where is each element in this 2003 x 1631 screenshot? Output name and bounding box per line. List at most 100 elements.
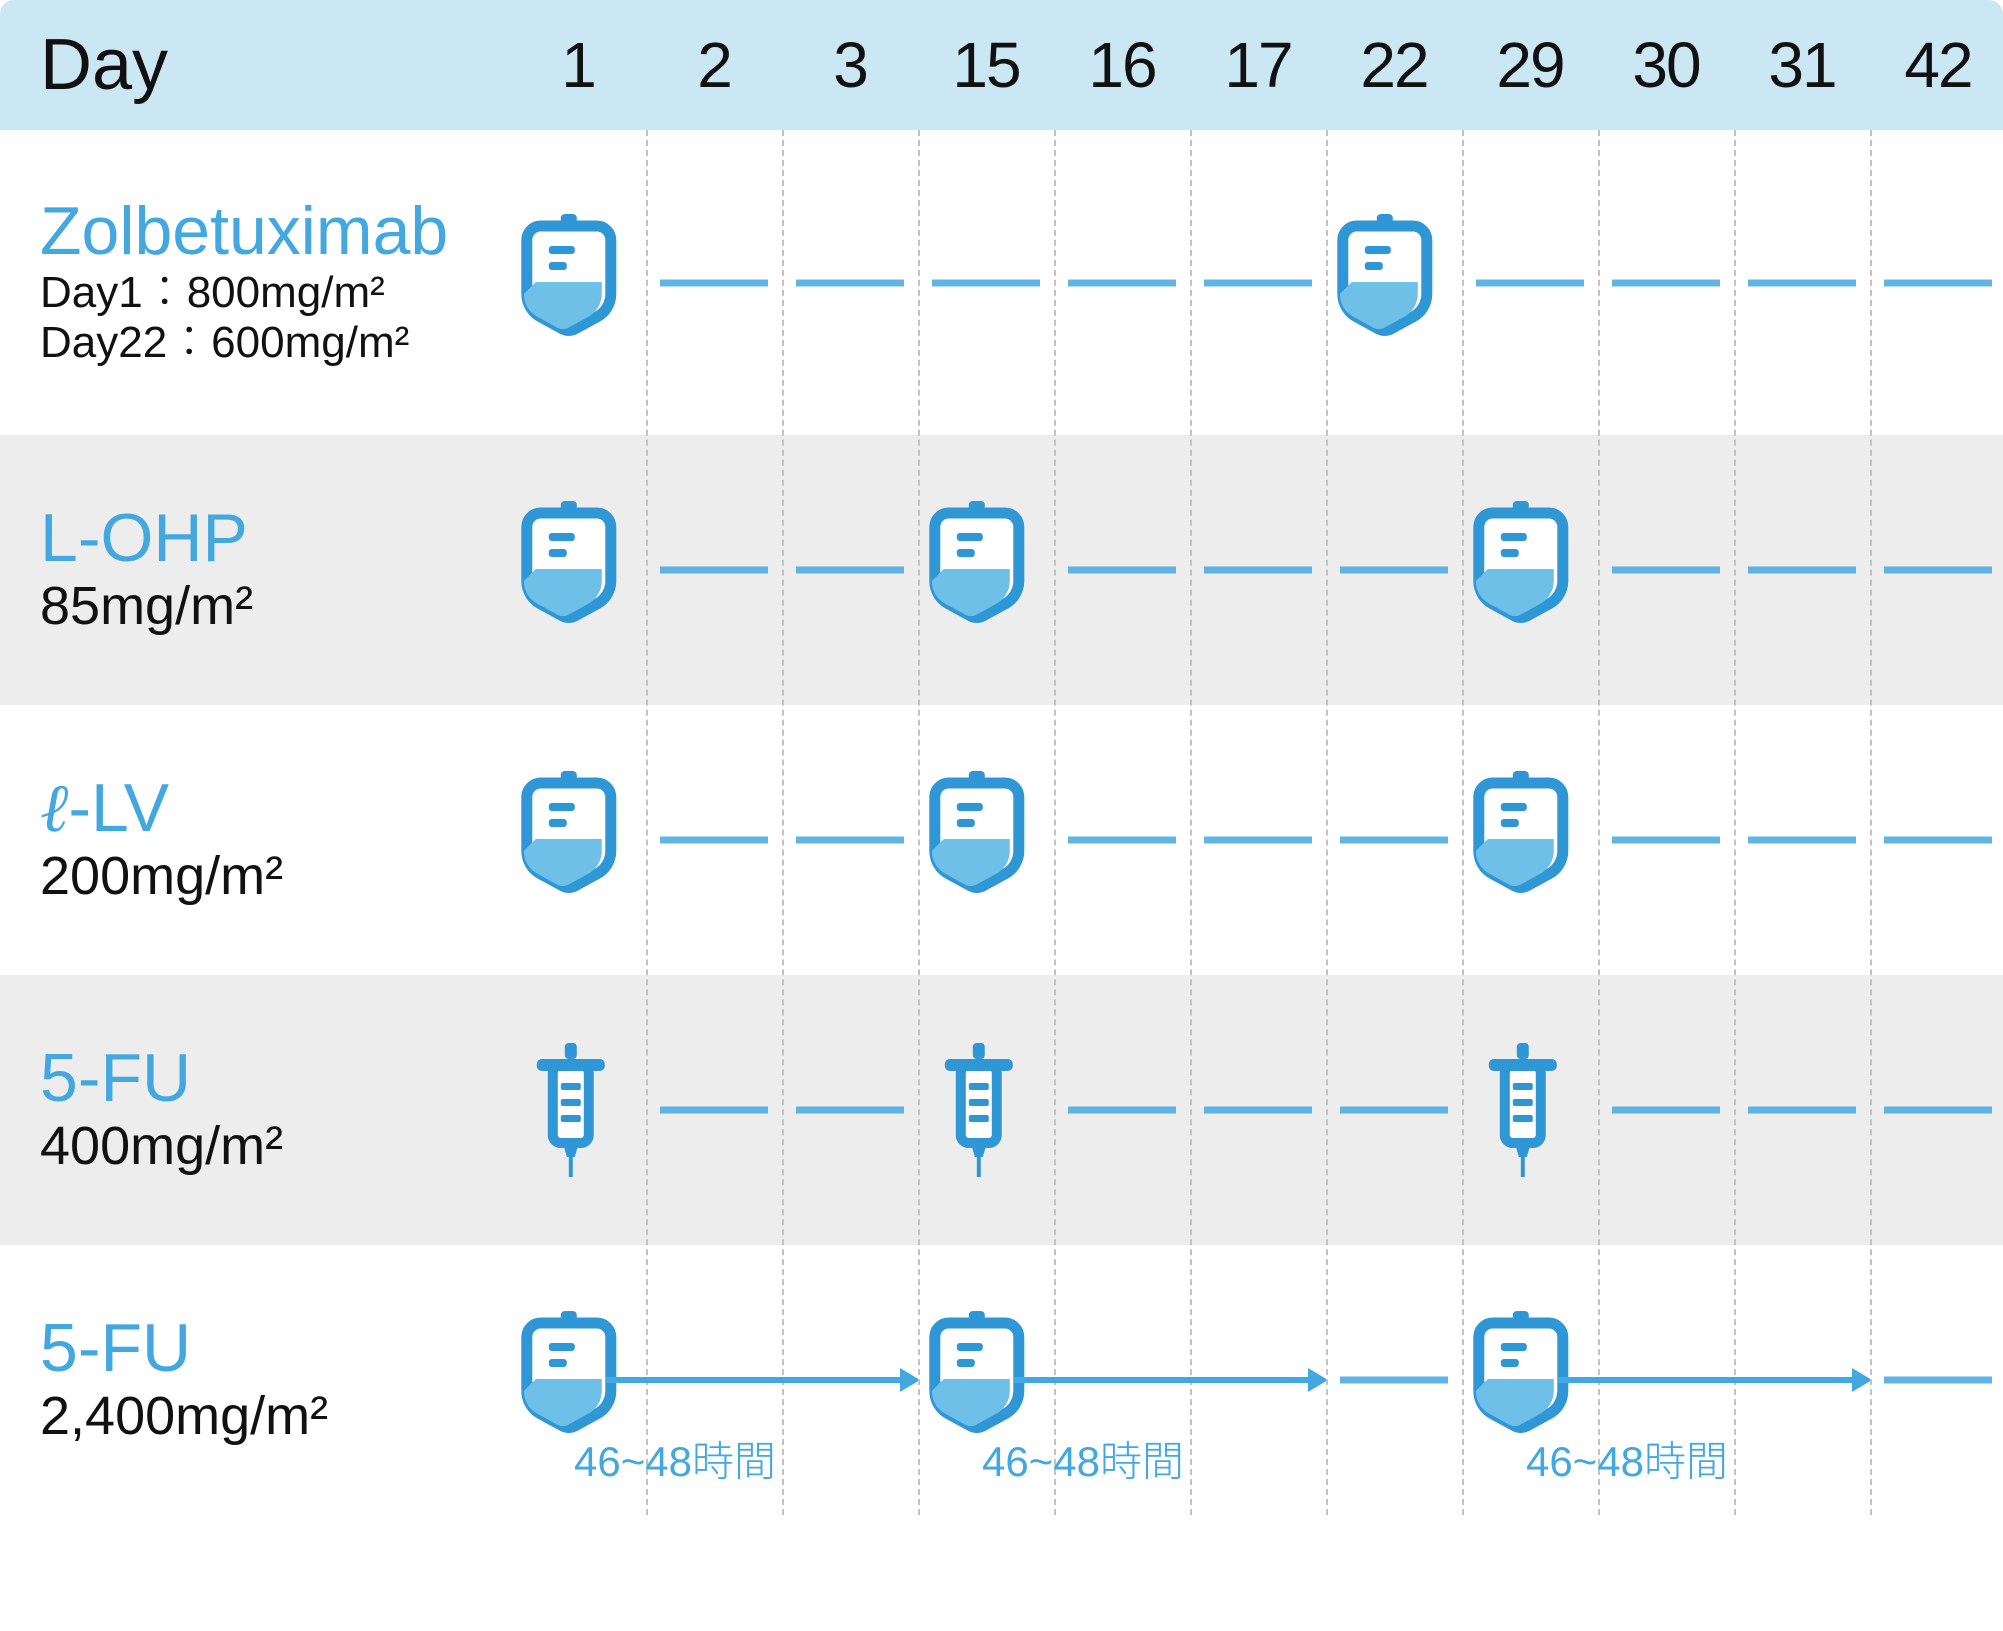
rest-dash [660,837,769,844]
schedule-cell [1598,435,1734,705]
schedule-cell [1870,435,2003,705]
schedule-cell [1054,1245,1190,1515]
schedule-cell [1054,130,1190,435]
rest-dash [1612,279,1721,286]
drug-name: 5-FU [40,1313,510,1384]
rest-dash [660,567,769,574]
header-day-cell: 15 [918,28,1054,102]
schedule-cell [646,705,782,975]
schedule-cell [1598,130,1734,435]
schedule-cell: 46~48時間 [1462,1245,1598,1515]
header-row: Day 1231516172229303142 [0,0,2003,130]
rest-dash [1748,279,1857,286]
schedule-cell [1326,1245,1462,1515]
schedule-cell [1054,435,1190,705]
drug-row-lohp: L-OHP85mg/m² [0,435,2003,705]
rest-dash [1748,1107,1857,1114]
rest-dash [796,567,905,574]
continuous-infusion-arrow [510,1360,646,1400]
schedule-cell [782,975,918,1245]
infusion-bag-icon [511,208,631,358]
schedule-cell [918,435,1054,705]
infusion-bag-icon [1327,208,1447,358]
rest-dash [1340,837,1449,844]
syringe-icon [919,1035,1039,1185]
schedule-cell [1734,1245,1870,1515]
drug-label: 5-FU2,400mg/m² [0,1313,510,1446]
schedule-cell [1190,1245,1326,1515]
rest-dash [1884,1107,1993,1114]
schedule-cell [1598,975,1734,1245]
schedule-cell [1870,130,2003,435]
schedule-body: ZolbetuximabDay1：800mg/m²Day22：600mg/m² L… [0,130,2003,1515]
schedule-cell [646,435,782,705]
rest-dash [1884,279,1993,286]
schedule-cell [1462,975,1598,1245]
drug-label: ℓ-LV200mg/m² [0,773,510,906]
rest-dash [1884,837,1993,844]
schedule-cell [918,705,1054,975]
header-day-cell: 30 [1598,28,1734,102]
header-day-cell: 2 [646,28,782,102]
continuous-infusion-arrow [1734,1360,1870,1400]
drug-row-zolbe: ZolbetuximabDay1：800mg/m²Day22：600mg/m² [0,130,2003,435]
rest-dash [1068,279,1177,286]
header-day-cell: 17 [1190,28,1326,102]
rest-dash [1612,837,1721,844]
header-day-cell: 29 [1462,28,1598,102]
continuous-infusion-arrow [918,1360,1054,1400]
rest-dash [1884,1377,1993,1384]
schedule-cell [918,130,1054,435]
schedule-cell [1870,975,2003,1245]
infusion-bag-icon [511,495,631,645]
schedule-cell [1598,1245,1734,1515]
schedule-cell [1054,705,1190,975]
schedule-cell [510,705,646,975]
schedule-cell [1190,130,1326,435]
infusion-bag-icon [919,765,1039,915]
drug-dose: Day22：600mg/m² [40,318,510,369]
schedule-cell [782,705,918,975]
schedule-cell [1734,130,1870,435]
continuous-infusion-arrow [646,1360,782,1400]
header-day-cell: 16 [1054,28,1190,102]
schedule-cell [1462,435,1598,705]
schedule-cell [1326,130,1462,435]
continuous-infusion-arrow [1054,1360,1190,1400]
rest-dash [660,1107,769,1114]
drug-label: ZolbetuximabDay1：800mg/m²Day22：600mg/m² [0,196,510,369]
header-day-cell: 1 [510,28,646,102]
syringe-icon [1463,1035,1583,1185]
syringe-icon [511,1035,631,1185]
rest-dash [1204,1107,1313,1114]
rest-dash [1068,567,1177,574]
continuous-infusion-arrow [1462,1360,1598,1400]
header-day-cell: 3 [782,28,918,102]
continuous-infusion-arrow [1598,1360,1734,1400]
schedule-cell [1326,705,1462,975]
infusion-bag-icon [1463,765,1583,915]
rest-dash [796,1107,905,1114]
schedule-cell [646,130,782,435]
rest-dash [660,279,769,286]
rest-dash [1476,279,1585,286]
drug-row-fu-bolus: 5-FU400mg/m² [0,975,2003,1245]
schedule-cell [1054,975,1190,1245]
drug-dose: 400mg/m² [40,1115,510,1177]
rest-dash [1204,837,1313,844]
rest-dash [1340,1107,1449,1114]
rest-dash [1340,567,1449,574]
schedule-cell [1734,975,1870,1245]
infusion-bag-icon [1463,495,1583,645]
schedule-cell [1734,435,1870,705]
schedule-cell [1462,705,1598,975]
schedule-cell [1190,975,1326,1245]
schedule-cell [510,130,646,435]
rest-dash [1068,1107,1177,1114]
rest-dash [1612,567,1721,574]
schedule-canvas: Day 1231516172229303142 ZolbetuximabDay1… [0,0,2003,1631]
schedule-cell [782,435,918,705]
schedule-cell [1870,705,2003,975]
schedule-cell [646,975,782,1245]
schedule-cell [510,435,646,705]
